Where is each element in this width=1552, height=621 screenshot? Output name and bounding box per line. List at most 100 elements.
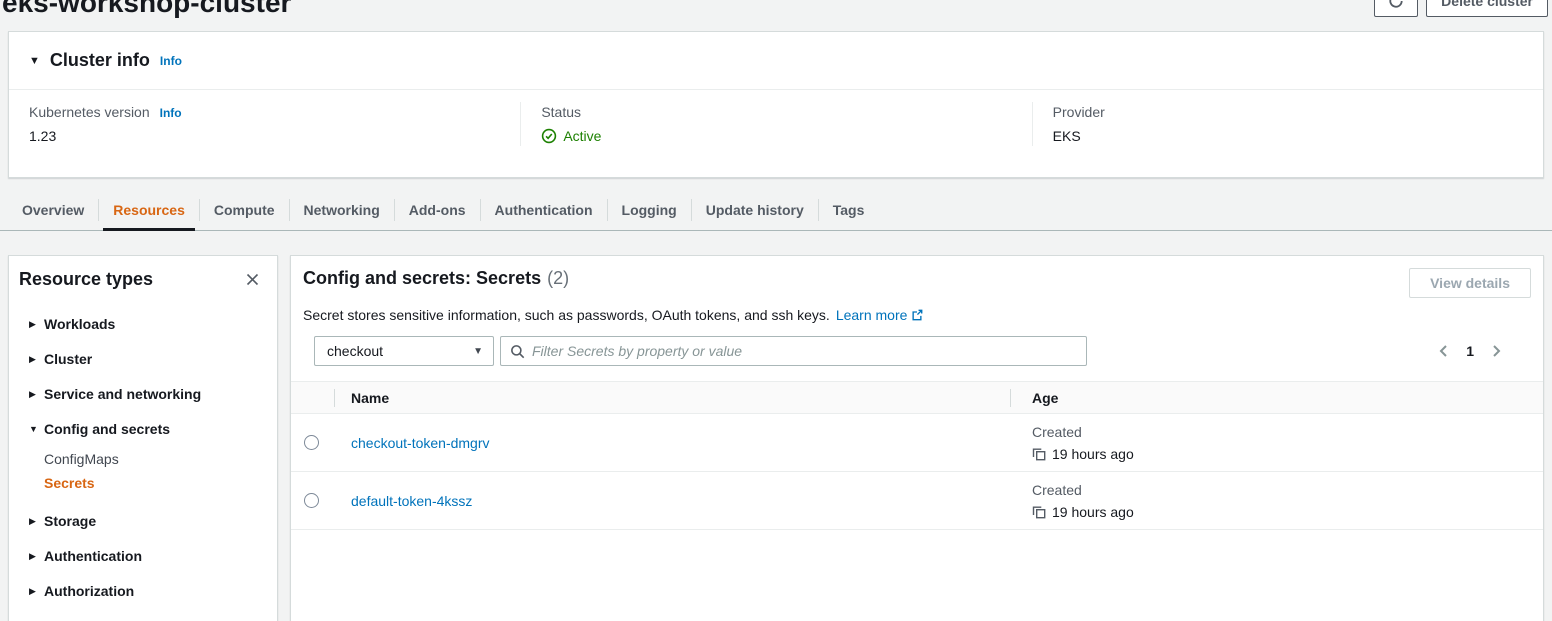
age-value-row: 19 hours ago (1032, 502, 1543, 522)
delete-cluster-button[interactable]: Delete cluster (1426, 0, 1548, 17)
field-kubernetes-version: Kubernetes version Info 1.23 (9, 102, 520, 146)
active-tab-underline (103, 228, 195, 231)
sidebar-item-label: Workloads (44, 316, 115, 332)
age-created-label: Created (1032, 422, 1543, 442)
age-value-text: 19 hours ago (1052, 444, 1134, 464)
cluster-info-info-link[interactable]: Info (160, 54, 182, 68)
tab-networking[interactable]: Networking (290, 190, 394, 230)
chevron-right-icon (1490, 344, 1503, 358)
tab-add-ons[interactable]: Add-ons (395, 190, 480, 230)
cluster-info-header[interactable]: ▼ Cluster info Info (9, 32, 1543, 90)
sidebar-item-authorization[interactable]: ▶ Authorization (9, 574, 277, 609)
expand-arrow-icon: ▶ (29, 551, 44, 562)
sidebar-item-workloads[interactable]: ▶ Workloads (9, 307, 277, 342)
chevron-down-icon: ▼ (473, 346, 483, 357)
collapse-arrow-icon: ▼ (29, 424, 44, 434)
tab-resources[interactable]: Resources (99, 190, 199, 230)
eks-console-page: eks-workshop-cluster Delete cluster ▼ Cl… (0, 0, 1552, 621)
tab-compute[interactable]: Compute (200, 190, 289, 230)
current-page-number[interactable]: 1 (1466, 343, 1474, 359)
row-selection-cell (291, 435, 335, 450)
resources-content: Resource types ▶ Workloads ▶ Cluster ▶ (8, 255, 1544, 621)
sidebar-item-service-and-networking[interactable]: ▶ Service and networking (9, 377, 277, 412)
resource-types-header: Resource types (9, 256, 277, 299)
row-radio-button[interactable] (304, 435, 319, 450)
secrets-table: Name Age checkout-token-dmgrv C (291, 381, 1543, 530)
config-and-secrets-children: ConfigMaps Secrets (9, 447, 277, 495)
sidebar-item-configmaps[interactable]: ConfigMaps (9, 447, 277, 471)
page-title: eks-workshop-cluster (2, 0, 291, 20)
sidebar-item-label: Service and networking (44, 386, 201, 402)
copy-icon[interactable] (1032, 447, 1046, 461)
cluster-tabs: Overview Resources Compute Networking Ad… (0, 190, 1552, 231)
kubernetes-version-info-link[interactable]: Info (160, 106, 182, 120)
field-provider: Provider EKS (1032, 102, 1543, 146)
tab-tags[interactable]: Tags (819, 190, 879, 230)
status-label: Status (541, 104, 1011, 120)
view-details-button[interactable]: View details (1409, 268, 1531, 298)
sidebar-item-config-and-secrets[interactable]: ▼ Config and secrets (9, 412, 277, 447)
sidebar-item-label: Config and secrets (44, 421, 170, 437)
secrets-count: (2) (547, 268, 569, 289)
expand-arrow-icon: ▶ (29, 516, 44, 527)
next-page-button[interactable] (1488, 342, 1505, 360)
row-radio-button[interactable] (304, 493, 319, 508)
sidebar-item-authentication[interactable]: ▶ Authentication (9, 539, 277, 574)
filter-dropdown[interactable]: checkout ▼ (314, 336, 494, 366)
learn-more-link[interactable]: Learn more (836, 307, 924, 323)
secret-name-link[interactable]: default-token-4kssz (351, 493, 472, 509)
age-value-row: 19 hours ago (1032, 444, 1543, 464)
refresh-icon (1388, 0, 1404, 9)
name-column-label: Name (351, 390, 389, 406)
refresh-button[interactable] (1374, 0, 1418, 17)
row-name-cell: default-token-4kssz (335, 493, 1011, 509)
secrets-header: Config and secrets: Secrets (2) View det… (291, 256, 1543, 366)
search-box (500, 336, 1087, 366)
age-column-header: Age (1011, 390, 1543, 406)
expand-arrow-icon: ▶ (29, 354, 44, 365)
age-value-text: 19 hours ago (1052, 502, 1134, 522)
cluster-info-panel: ▼ Cluster info Info Kubernetes version I… (8, 31, 1544, 178)
sidebar-item-storage[interactable]: ▶ Storage (9, 504, 277, 539)
learn-more-label: Learn more (836, 307, 908, 323)
tab-overview[interactable]: Overview (8, 190, 98, 230)
pagination: 1 (1435, 342, 1519, 360)
expand-arrow-icon: ▶ (29, 586, 44, 597)
table-row: checkout-token-dmgrv Created 19 hours ag… (291, 414, 1543, 472)
tab-logging[interactable]: Logging (608, 190, 691, 230)
close-icon (246, 273, 259, 286)
row-age-cell: Created 19 hours ago (1011, 480, 1543, 522)
header-actions: Delete cluster (1374, 0, 1548, 17)
age-column-label: Age (1032, 390, 1058, 406)
sidebar-item-label: Authentication (44, 548, 142, 564)
expand-arrow-icon: ▶ (29, 389, 44, 400)
sidebar-item-secrets[interactable]: Secrets (9, 471, 277, 495)
tab-authentication[interactable]: Authentication (481, 190, 607, 230)
filter-row: checkout ▼ (303, 336, 1531, 366)
row-name-cell: checkout-token-dmgrv (335, 435, 1011, 451)
table-row: default-token-4kssz Created 19 hours ago (291, 472, 1543, 530)
secrets-panel: Config and secrets: Secrets (2) View det… (290, 255, 1544, 621)
kubernetes-version-value: 1.23 (29, 128, 500, 144)
expand-arrow-icon: ▶ (29, 319, 44, 330)
age-created-label: Created (1032, 480, 1543, 500)
field-status: Status Active (520, 102, 1031, 146)
cluster-info-title: Cluster info (50, 50, 150, 71)
resource-types-title: Resource types (19, 269, 153, 290)
search-icon (510, 344, 525, 359)
previous-page-button[interactable] (1435, 342, 1452, 360)
secret-name-link[interactable]: checkout-token-dmgrv (351, 435, 490, 451)
resource-types-panel: Resource types ▶ Workloads ▶ Cluster ▶ (8, 255, 278, 621)
sidebar-item-cluster[interactable]: ▶ Cluster (9, 342, 277, 377)
copy-icon[interactable] (1032, 505, 1046, 519)
chevron-left-icon (1437, 344, 1450, 358)
secrets-description: Secret stores sensitive information, suc… (303, 307, 1531, 323)
status-value: Active (541, 128, 1011, 144)
cluster-info-body: Kubernetes version Info 1.23 Status Acti… (9, 90, 1543, 158)
tab-update-history[interactable]: Update history (692, 190, 818, 230)
sidebar-item-label: Authorization (44, 583, 134, 599)
close-panel-button[interactable] (242, 269, 263, 290)
search-input[interactable] (532, 343, 1078, 359)
collapse-triangle-icon[interactable]: ▼ (29, 55, 40, 67)
check-circle-icon (541, 128, 557, 144)
